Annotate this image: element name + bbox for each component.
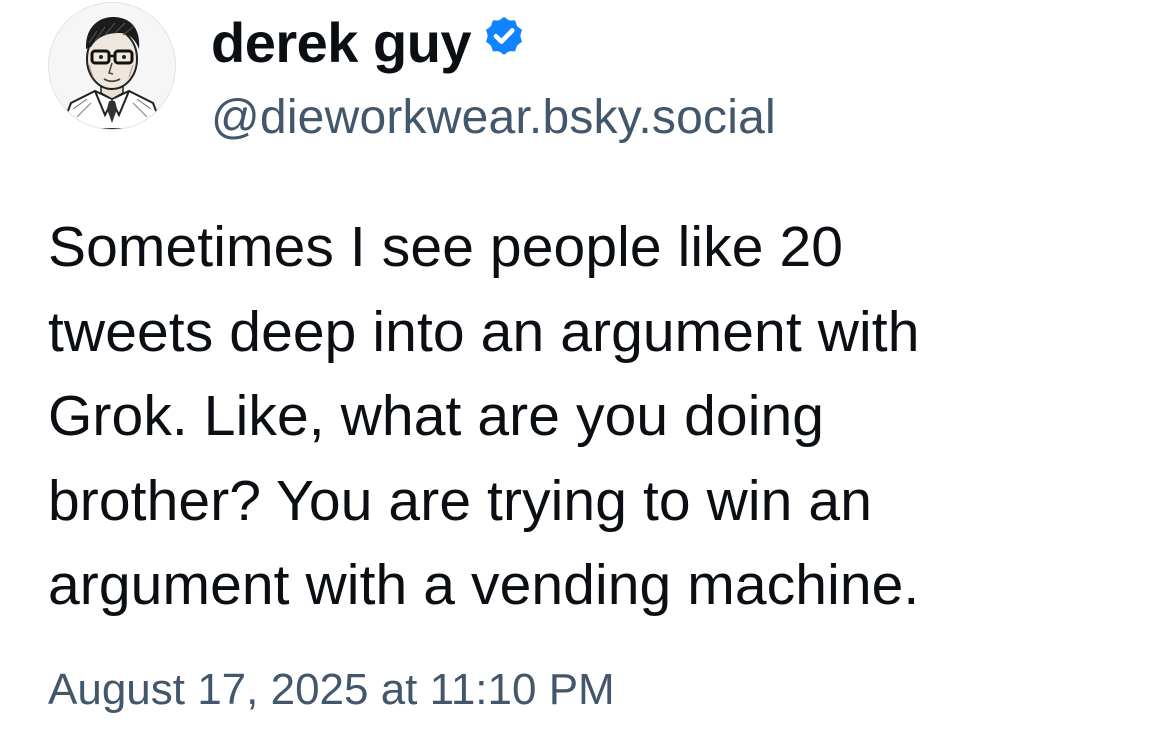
author-handle[interactable]: @dieworkwear.bsky.social xyxy=(211,90,776,146)
author-avatar[interactable] xyxy=(48,2,176,130)
post-timestamp[interactable]: August 17, 2025 at 11:10 PM xyxy=(48,660,615,720)
post-header: derek guy @dieworkwear.bsky.social xyxy=(211,10,776,146)
post-card: derek guy @dieworkwear.bsky.social Somet… xyxy=(0,0,1170,737)
illustrated-portrait-avatar-icon xyxy=(49,3,175,129)
post-text: Sometimes I see people like 20 tweets de… xyxy=(48,215,920,617)
author-name-row: derek guy xyxy=(211,10,776,76)
verified-checkmark-icon[interactable] xyxy=(481,14,527,60)
author-display-name[interactable]: derek guy xyxy=(211,10,472,76)
